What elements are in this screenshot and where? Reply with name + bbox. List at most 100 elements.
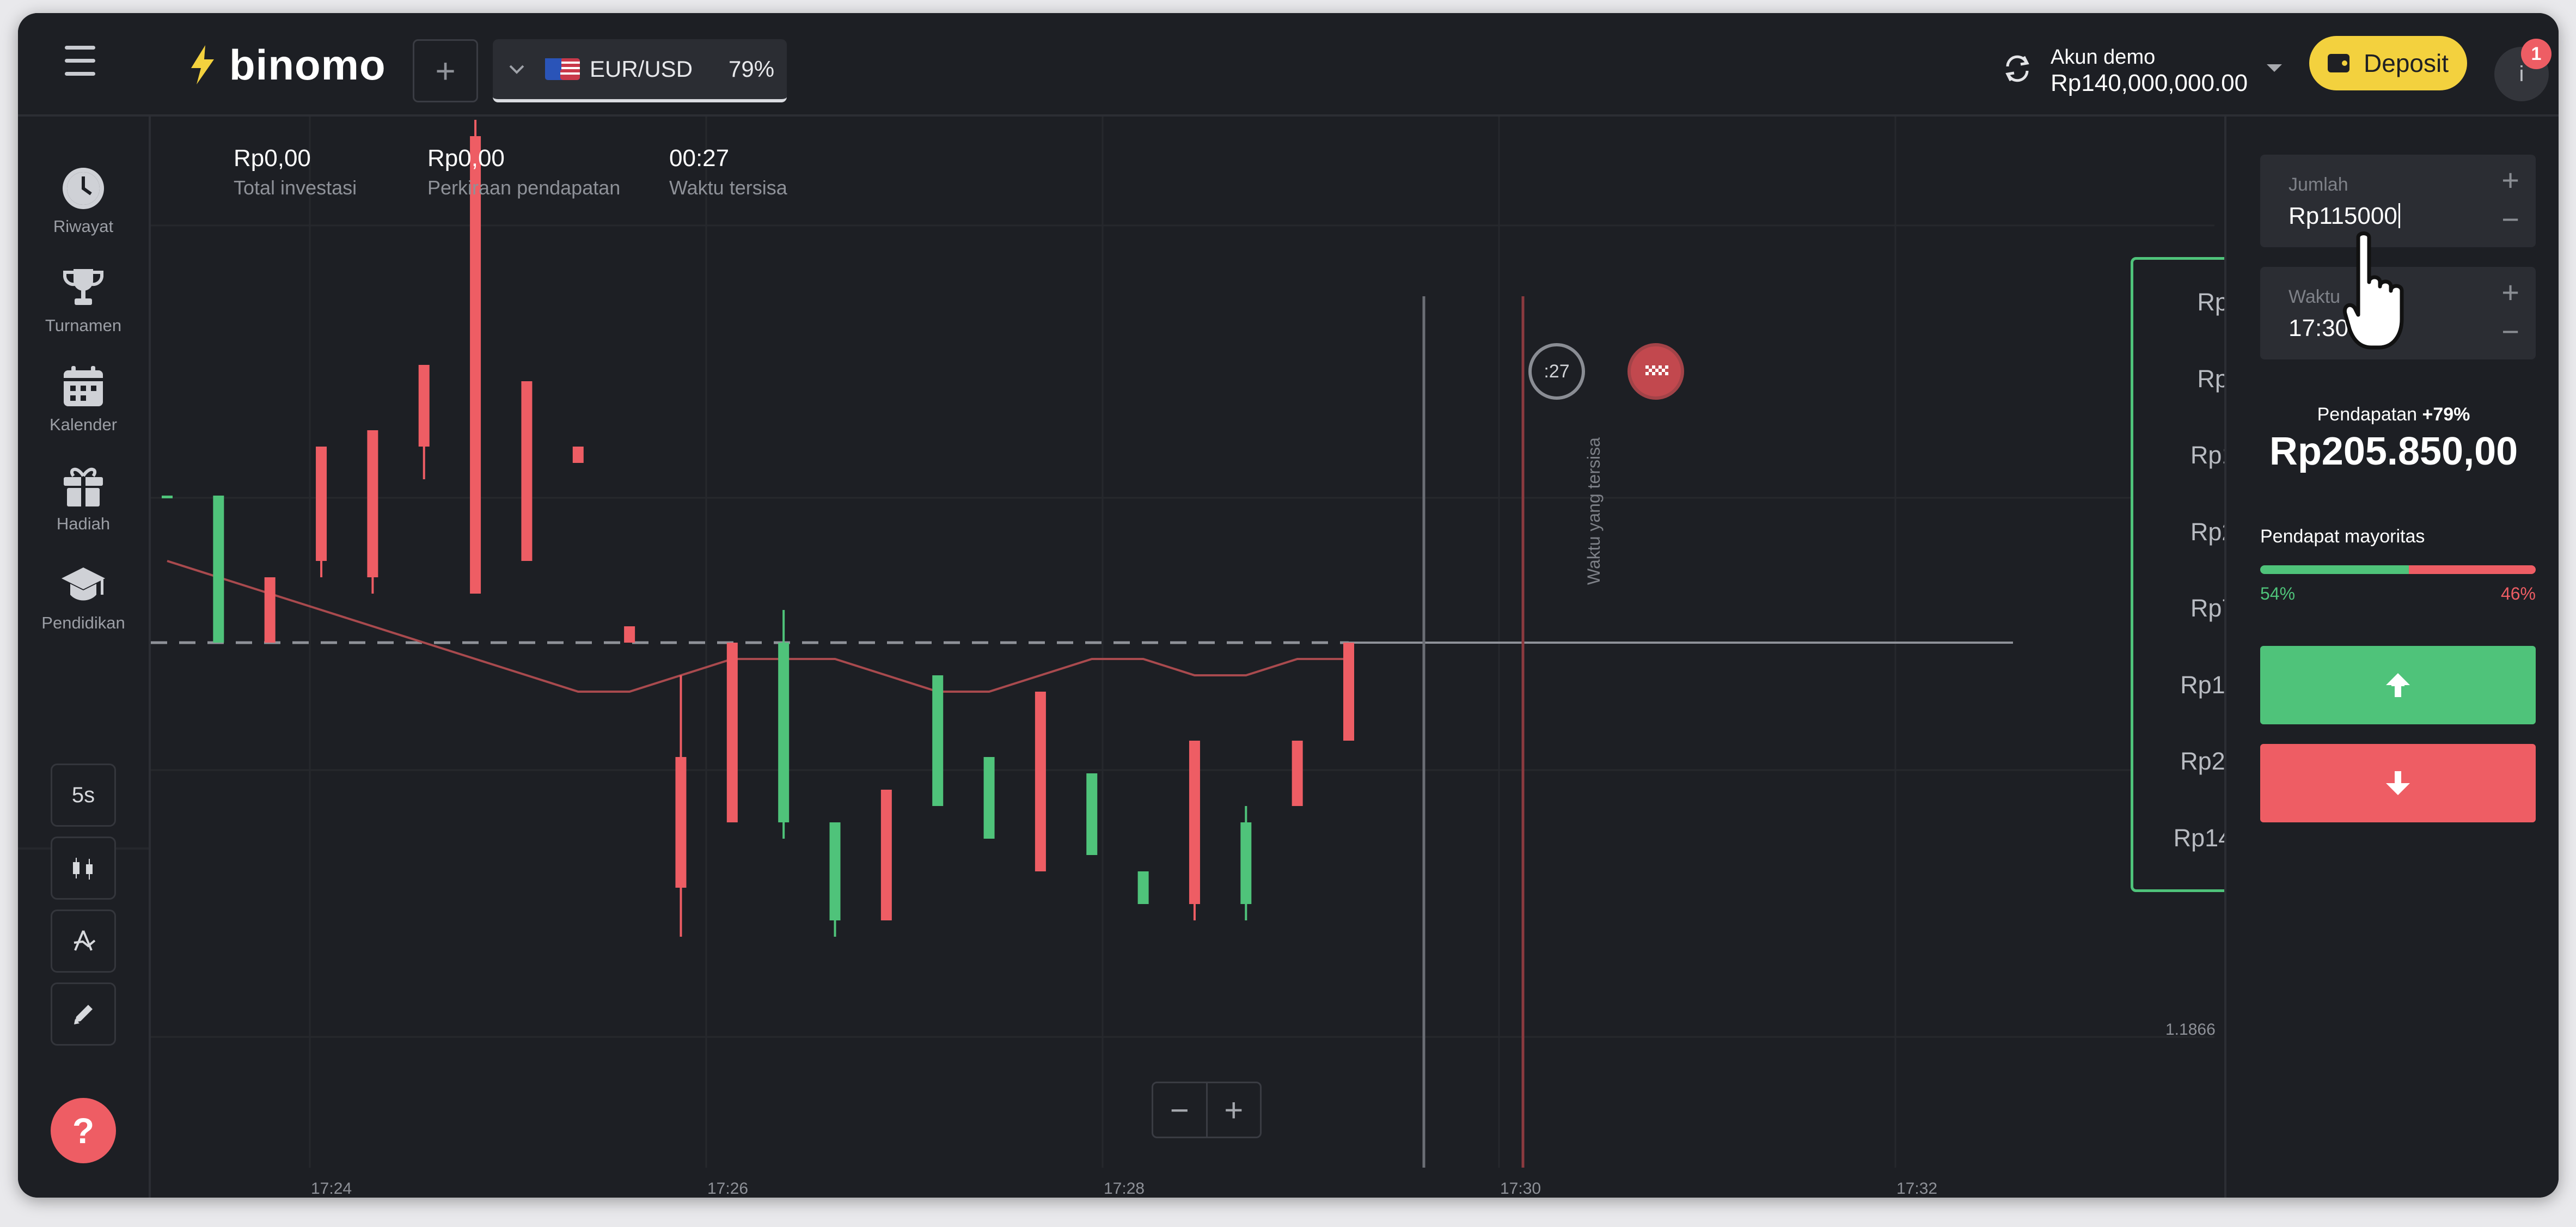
zoom-out-button[interactable]: − (1153, 1083, 1206, 1137)
chevron-down-icon[interactable] (507, 59, 527, 79)
candle-body (1137, 871, 1149, 904)
candle-body (675, 757, 687, 888)
sidebar-item-calendar[interactable]: Kalender (18, 364, 149, 435)
gift-icon (60, 463, 106, 509)
sidebar-item-label: Turnamen (45, 316, 122, 335)
candle-body (1086, 773, 1098, 855)
calendar-icon (60, 364, 106, 410)
trade-up-button[interactable] (2260, 646, 2536, 724)
majority-up-percent: 54% (2260, 584, 2296, 603)
candle-body (470, 136, 481, 594)
candle-body (1189, 741, 1200, 904)
pencil-icon (74, 1005, 93, 1024)
chart-area[interactable]: Rp0,00 Total investasi Rp0,00 Perkiraan … (151, 117, 2370, 1198)
majority-down-fill (2409, 565, 2536, 574)
refresh-icon[interactable] (2000, 51, 2035, 86)
sidebar-item-history[interactable]: Riwayat (18, 166, 149, 236)
drawing-button[interactable] (51, 982, 116, 1046)
x-tick-label: 17:32 (1896, 1180, 1938, 1198)
trade-down-button[interactable] (2260, 744, 2536, 822)
sidebar-item-education[interactable]: Pendidikan (18, 562, 149, 633)
candlestick-chart[interactable] (151, 117, 2214, 1198)
candle-body (1035, 692, 1046, 871)
majority-up-fill (2260, 565, 2409, 574)
candle-body (162, 496, 173, 498)
trophy-icon (60, 265, 106, 310)
time-minus-button[interactable]: − (2501, 314, 2519, 349)
candle-body (624, 626, 635, 643)
majority-down-percent: 46% (2500, 584, 2536, 603)
logo-bolt-icon (191, 45, 214, 84)
candle-body (213, 496, 224, 643)
app-window: binomo + EUR/USD 79% Akun demo Rp140,000… (18, 13, 2559, 1198)
wallet-icon (2328, 54, 2350, 72)
candle-body (778, 643, 790, 822)
amount-minus-button[interactable]: − (2501, 202, 2519, 237)
candle-body (829, 822, 841, 920)
candles-icon (73, 858, 93, 880)
candle-body (932, 675, 944, 806)
candle-body (521, 381, 533, 561)
hand-cursor-icon (2342, 231, 2404, 350)
stat-expected-income: Rp0,00 Perkiraan pendapatan (427, 145, 620, 199)
sidebar-item-label: Kalender (49, 415, 118, 434)
help-button[interactable]: ? (51, 1098, 116, 1163)
zoom-controls: − + (1152, 1082, 1262, 1138)
left-sidebar: Riwayat Turnamen Kalender Hadiah Pendidi… (18, 117, 151, 1198)
sidebar-item-label: Hadiah (56, 514, 111, 533)
finish-flag-icon (1627, 343, 1684, 400)
account-type-label[interactable]: Akun demo (2051, 46, 2155, 69)
candle-body (572, 447, 584, 463)
x-tick-label: 17:30 (1500, 1180, 1541, 1198)
add-asset-tab-button[interactable]: + (413, 39, 478, 102)
candle-body (367, 430, 378, 577)
candle-body (1240, 822, 1252, 904)
logo-text: binomo (229, 40, 386, 89)
time-plus-button[interactable]: + (2501, 274, 2519, 310)
stat-value: 00:27 (669, 145, 730, 172)
candle-body (726, 643, 738, 822)
deposit-button[interactable]: Deposit (2309, 36, 2467, 90)
zoom-in-button[interactable]: + (1206, 1083, 1261, 1137)
deposit-label: Deposit (2364, 49, 2449, 77)
candle-body (880, 790, 892, 920)
stat-label: Perkiraan pendapatan (427, 176, 621, 199)
candle-body (264, 577, 276, 643)
amount-field-label: Jumlah (2289, 174, 2348, 195)
expiry-timer-badge: :27 (1528, 343, 1585, 400)
price-axis-label: 1.1866 (2165, 1021, 2216, 1039)
graduation-cap-icon (60, 562, 106, 608)
stat-total-investment: Rp0,00 Total investasi (234, 145, 357, 199)
time-field-label: Waktu (2289, 286, 2341, 307)
candle-body (1292, 741, 1303, 806)
top-header: binomo + EUR/USD 79% Akun demo Rp140,000… (18, 13, 2559, 117)
indicators-button[interactable] (51, 909, 116, 973)
account-balance[interactable]: Rp140,000,000.00 (2051, 70, 2248, 97)
x-tick-label: 17:28 (1104, 1180, 1145, 1198)
majority-bar (2260, 565, 2536, 574)
arrow-up-icon (2386, 673, 2410, 697)
candle-body (418, 365, 430, 447)
stat-label: Waktu tersisa (669, 176, 787, 199)
amount-input[interactable]: Rp115000 (2289, 203, 2400, 230)
sidebar-item-tournaments[interactable]: Turnamen (18, 265, 149, 335)
remaining-time-vertical-label: Waktu yang tersisa (1584, 437, 1604, 585)
menu-icon[interactable] (65, 46, 95, 78)
payout-label: Pendapatan +79% (2317, 404, 2470, 425)
timeframe-button[interactable]: 5s (51, 764, 116, 827)
stat-label: Total investasi (234, 176, 357, 199)
stat-value: Rp0,00 (234, 145, 311, 172)
amount-plus-button[interactable]: + (2501, 162, 2519, 198)
clock-icon (60, 166, 106, 211)
candle-body (1343, 643, 1354, 741)
binomo-logo[interactable]: binomo (183, 35, 386, 95)
notification-badge: 1 (2521, 39, 2551, 69)
candle-body (316, 447, 327, 561)
account-dropdown-caret-icon[interactable] (2267, 64, 2282, 72)
stat-value: Rp0,00 (427, 145, 505, 172)
chart-type-button[interactable] (51, 837, 116, 900)
sidebar-item-label: Riwayat (53, 217, 114, 236)
sidebar-item-rewards[interactable]: Hadiah (18, 463, 149, 534)
x-tick-label: 17:24 (311, 1180, 352, 1198)
asset-tab[interactable]: EUR/USD 79% (493, 39, 787, 102)
